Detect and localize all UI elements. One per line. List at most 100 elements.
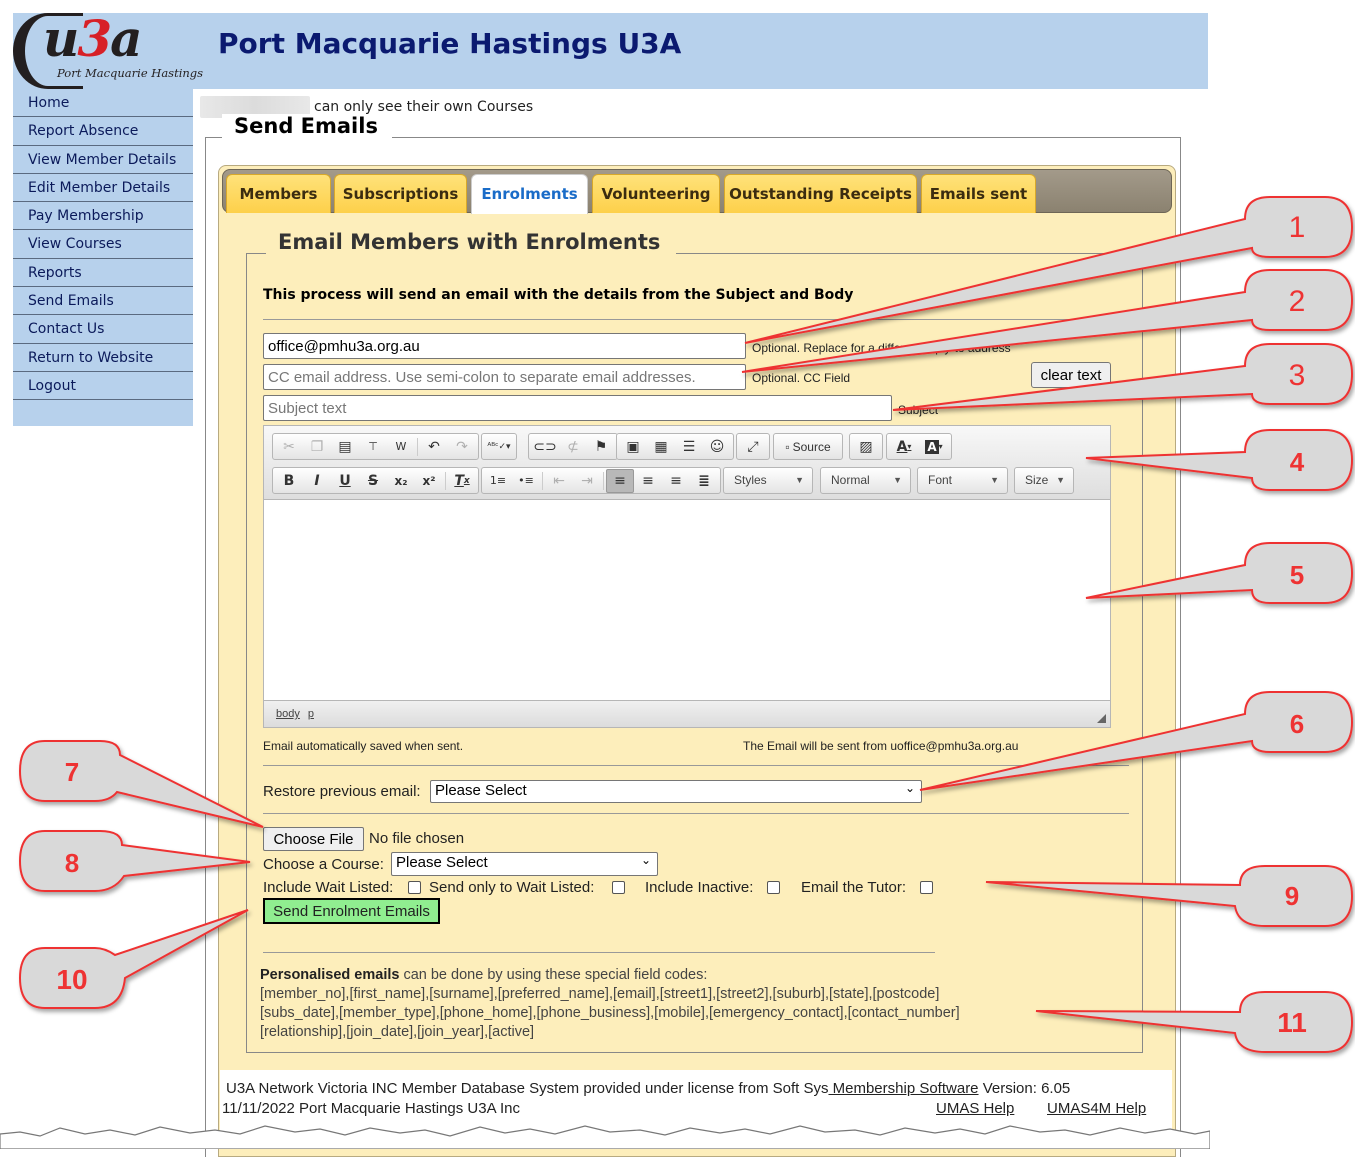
codes-line: [member_no],[first_name],[surname],[pref… <box>260 986 940 1002</box>
clear-text-button[interactable]: clear text <box>1031 362 1111 388</box>
sender-note: The Email will be sent from uoffice@pmhu… <box>743 739 1019 753</box>
cc-email-input[interactable] <box>263 364 746 390</box>
source-button[interactable]: ▫ Source <box>776 435 840 459</box>
sidebar-item-edit-member-details[interactable]: Edit Member Details <box>13 174 193 203</box>
indent-icon[interactable]: ⇥ <box>573 469 601 493</box>
numbered-list-icon[interactable]: 1≡ <box>484 469 512 493</box>
align-center-icon[interactable]: ≡ <box>634 469 662 493</box>
divider <box>263 319 1129 320</box>
format-dropdown[interactable]: Normal ▼ <box>820 467 911 494</box>
tab-members[interactable]: Members <box>226 174 331 213</box>
italic-icon[interactable]: I <box>303 469 331 493</box>
font-dropdown-label: Font <box>928 473 953 487</box>
include-wait-listed-label: Include Wait Listed: <box>263 879 394 896</box>
course-select[interactable]: Please Select ⌄ <box>391 852 658 876</box>
subject-input[interactable] <box>263 395 892 421</box>
section-title: Email Members with Enrolments <box>266 230 677 254</box>
styles-dropdown[interactable]: Styles ▼ <box>723 467 813 494</box>
underline-icon[interactable]: U <box>331 469 359 493</box>
path-body[interactable]: body <box>276 708 300 720</box>
tab-emails-sent[interactable]: Emails sent <box>921 174 1036 213</box>
align-left-icon[interactable]: ≡ <box>606 468 634 493</box>
paste-word-icon[interactable]: W <box>387 435 415 459</box>
cut-icon[interactable]: ✂ <box>275 435 303 459</box>
sidebar-item-contact-us[interactable]: Contact Us <box>13 315 193 344</box>
copy-icon[interactable]: ❐ <box>303 435 331 459</box>
paste-text-icon[interactable]: ⊤ <box>359 435 387 459</box>
restore-previous-select[interactable]: Please Select ⌄ <box>430 780 922 803</box>
sidebar-item-return-to-website[interactable]: Return to Website <box>13 344 193 372</box>
spellcheck-icon[interactable]: ᴬᴮᶜ✓▾ <box>484 435 514 459</box>
email-tutor-checkbox[interactable] <box>920 881 933 894</box>
spellcheck-group: ᴬᴮᶜ✓▾ <box>481 433 517 460</box>
image-icon[interactable]: ▣ <box>619 435 647 459</box>
outdent-icon[interactable]: ⇤ <box>545 469 573 493</box>
send-only-wait-listed-label: Send only to Wait Listed: <box>429 879 595 896</box>
insert-group: ▣ ▦ ☰ ☺ <box>616 433 734 460</box>
email-body-editor[interactable] <box>264 501 1110 701</box>
text-color-icon[interactable]: A ▾ <box>889 435 919 459</box>
strikethrough-icon[interactable]: S <box>359 469 387 493</box>
editor-toolbar: ✂ ❐ ▤ ⊤ W ↶ ↷ ᴬᴮᶜ✓▾ ⊂⊃ ⊄ ⚑ ▣ ▦ ☰ ☺ ⤢ ▫ S… <box>264 426 1110 500</box>
justify-icon[interactable]: ≣ <box>690 469 718 493</box>
font-dropdown[interactable]: Font ▼ <box>917 467 1008 494</box>
bold-icon[interactable]: B <box>275 469 303 493</box>
path-p[interactable]: p <box>308 708 314 720</box>
torn-edge-effect <box>0 1125 1210 1149</box>
resize-handle-icon[interactable] <box>1097 714 1106 723</box>
umas4m-help-link[interactable]: UMAS4M Help <box>1047 1100 1146 1117</box>
u3a-logo[interactable]: u3a Port Macquarie Hastings <box>13 9 208 89</box>
choose-file-button[interactable]: Choose File <box>263 827 364 851</box>
tab-outstanding-receipts[interactable]: Outstanding Receipts <box>724 174 917 213</box>
tab-volunteering[interactable]: Volunteering <box>592 174 720 213</box>
sidebar-item-report-absence[interactable]: Report Absence <box>13 117 193 146</box>
link-icon[interactable]: ⊂⊃ <box>531 435 559 459</box>
sidebar-item-send-emails[interactable]: Send Emails <box>13 287 193 316</box>
source-group: ▫ Source <box>773 433 843 460</box>
sidebar-item-home[interactable]: Home <box>13 89 193 118</box>
basic-style-group: B I U S x₂ x² Tx <box>272 467 479 494</box>
anchor-flag-icon[interactable]: ⚑ <box>587 435 615 459</box>
reply-to-input[interactable] <box>263 333 746 359</box>
send-only-wait-listed-checkbox[interactable] <box>612 881 625 894</box>
footer-license-line: U3A Network Victoria INC Member Database… <box>226 1080 1070 1097</box>
separator <box>542 471 543 490</box>
table-icon[interactable]: ▦ <box>647 435 675 459</box>
size-dropdown[interactable]: Size ▼ <box>1014 467 1074 494</box>
membership-software-link[interactable]: Membership Software <box>828 1080 979 1097</box>
tab-subscriptions[interactable]: Subscriptions <box>334 174 467 213</box>
bulleted-list-icon[interactable]: •≡ <box>512 469 540 493</box>
paste-icon[interactable]: ▤ <box>331 435 359 459</box>
sidebar-item-pay-membership[interactable]: Pay Membership <box>13 202 193 231</box>
umas-help-link[interactable]: UMAS Help <box>936 1100 1014 1117</box>
align-right-icon[interactable]: ≡ <box>662 469 690 493</box>
codes-bold: Personalised emails <box>260 967 400 983</box>
element-path-bar: body p <box>264 700 1110 727</box>
include-inactive-checkbox[interactable] <box>767 881 780 894</box>
image-edit-icon[interactable]: ▨ <box>852 435 880 459</box>
sidebar-item-view-member-details[interactable]: View Member Details <box>13 146 193 174</box>
unlink-icon[interactable]: ⊄ <box>559 435 587 459</box>
superscript-icon[interactable]: x² <box>415 469 443 493</box>
smiley-icon[interactable]: ☺ <box>703 435 731 459</box>
sidebar-item-reports[interactable]: Reports <box>13 259 193 288</box>
chevron-down-icon: ▼ <box>990 475 999 485</box>
separator <box>445 471 446 490</box>
remove-format-icon[interactable]: Tx <box>448 469 476 493</box>
maximize-icon[interactable]: ⤢ <box>739 435 767 459</box>
callout-5-number: 5 <box>1290 560 1304 590</box>
subscript-icon[interactable]: x₂ <box>387 469 415 493</box>
bg-color-icon[interactable]: A ▾ <box>919 435 949 459</box>
maximize-group: ⤢ <box>736 433 770 460</box>
send-enrolment-emails-button[interactable]: Send Enrolment Emails <box>263 898 440 924</box>
redo-icon[interactable]: ↷ <box>448 435 476 459</box>
tab-enrolments[interactable]: Enrolments <box>471 174 588 214</box>
undo-icon[interactable]: ↶ <box>420 435 448 459</box>
codes-line: [relationship],[join_date],[join_year],[… <box>260 1024 535 1040</box>
divider <box>263 765 1129 766</box>
footer-version: Version: 6.05 <box>978 1080 1071 1097</box>
horizontal-rule-icon[interactable]: ☰ <box>675 435 703 459</box>
sidebar-item-view-courses[interactable]: View Courses <box>13 230 193 259</box>
include-wait-listed-checkbox[interactable] <box>408 881 421 894</box>
sidebar-item-logout[interactable]: Logout <box>13 372 193 401</box>
